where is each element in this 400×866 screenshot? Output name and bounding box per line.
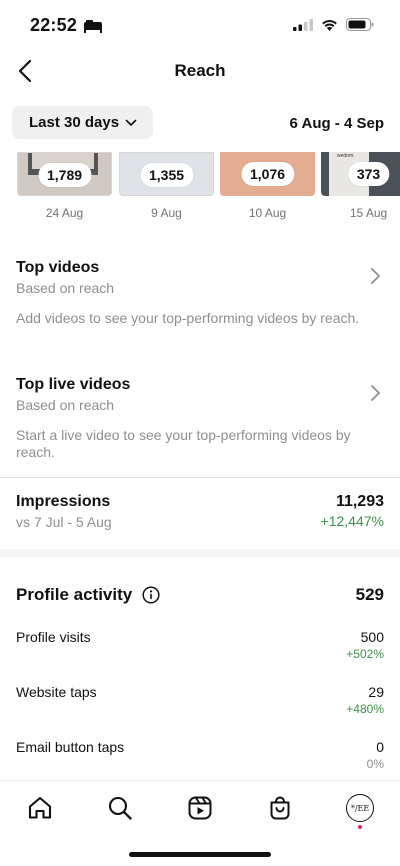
top-live-videos-title: Top live videos — [16, 376, 131, 393]
section-separator — [0, 549, 400, 557]
chevron-down-icon — [125, 119, 137, 126]
website-taps-change: +480% — [346, 702, 384, 716]
shopping-bag-icon — [270, 796, 290, 820]
tab-home[interactable] — [25, 793, 55, 823]
impressions-value: 11,293 — [335, 493, 384, 510]
info-icon[interactable] — [142, 586, 160, 604]
battery-icon — [346, 18, 374, 31]
content-thumbnail[interactable]: wedom. 373 — [321, 152, 400, 196]
nav-header: Reach — [0, 52, 400, 92]
status-icons — [293, 18, 374, 31]
content-thumbnail[interactable]: 1,789 — [17, 152, 112, 196]
page-title: Reach — [174, 61, 226, 80]
profile-visits-value: 500 — [360, 629, 384, 645]
top-live-videos-description: Start a live video to see your top-perfo… — [16, 427, 351, 460]
filter-row: Last 30 days 6 Aug - 4 Sep — [0, 104, 400, 142]
email-button-taps-change: 0% — [366, 757, 384, 771]
website-taps-label: Website taps — [16, 684, 97, 700]
thumbnail-reach-count: 1,789 — [37, 163, 92, 187]
wifi-icon — [322, 19, 337, 31]
email-button-taps-value: 0 — [376, 739, 384, 755]
profile-activity-total: 529 — [355, 585, 384, 604]
tab-profile[interactable]: */EE — [345, 793, 375, 823]
top-videos-subtitle: Based on reach — [16, 280, 115, 296]
top-content-thumbnails: 1,789 24 Aug 1,355 9 Aug 1,076 10 Aug we… — [0, 152, 400, 222]
date-range-dropdown[interactable]: Last 30 days — [12, 106, 154, 139]
thumbnail-reach-count: 1,355 — [139, 163, 194, 187]
profile-activity-title: Profile activity — [16, 585, 133, 604]
content-thumbnail[interactable]: 1,076 — [220, 152, 315, 196]
thumbnail-brand-text: wedom. — [337, 153, 355, 159]
tab-reels[interactable] — [185, 793, 215, 823]
website-taps-value: 29 — [368, 684, 384, 700]
thumbnail-date: 9 Aug — [151, 206, 182, 220]
sleep-mode-icon — [84, 19, 103, 33]
reels-icon — [188, 796, 212, 820]
thumbnail-date: 10 Aug — [248, 206, 287, 220]
divider — [0, 477, 400, 478]
top-videos-title: Top videos — [16, 259, 100, 276]
notification-dot — [358, 825, 362, 829]
content-thumbnail[interactable]: 1,355 — [119, 152, 214, 196]
bottom-tab-bar: */EE — [0, 780, 400, 836]
profile-activity-header: Profile activity — [16, 585, 160, 605]
home-indicator — [129, 852, 271, 857]
impressions-title: Impressions — [16, 493, 111, 510]
cellular-signal-icon — [293, 18, 313, 31]
top-videos-description: Add videos to see your top-performing vi… — [16, 310, 360, 326]
status-time: 22:52 — [30, 15, 103, 36]
email-button-taps-label: Email button taps — [16, 739, 125, 755]
tab-shop[interactable] — [265, 793, 295, 823]
impressions-change: +12,447% — [320, 513, 384, 529]
top-live-videos-section[interactable]: Top live videos Based on reach — [16, 376, 384, 420]
profile-visits-change: +502% — [346, 647, 384, 661]
thumbnail-reach-count: 373 — [347, 162, 390, 186]
home-icon — [28, 796, 52, 819]
date-range-dropdown-label: Last 30 days — [29, 114, 120, 131]
avatar-text: */EE — [350, 803, 370, 813]
search-icon — [108, 796, 132, 820]
chevron-right-icon[interactable] — [368, 383, 382, 403]
thumbnail-date: 15 Aug — [349, 206, 388, 220]
profile-visits-label: Profile visits — [16, 629, 91, 645]
thumbnail-reach-count: 1,076 — [240, 162, 295, 186]
status-bar: 22:52 — [0, 0, 400, 52]
date-range-text: 6 Aug - 4 Sep — [289, 115, 384, 132]
top-videos-section[interactable]: Top videos Based on reach — [16, 259, 384, 303]
tab-search[interactable] — [105, 793, 135, 823]
avatar: */EE — [346, 794, 374, 822]
chevron-right-icon[interactable] — [368, 266, 382, 286]
thumbnail-date: 24 Aug — [45, 206, 84, 220]
top-live-videos-subtitle: Based on reach — [16, 397, 115, 413]
